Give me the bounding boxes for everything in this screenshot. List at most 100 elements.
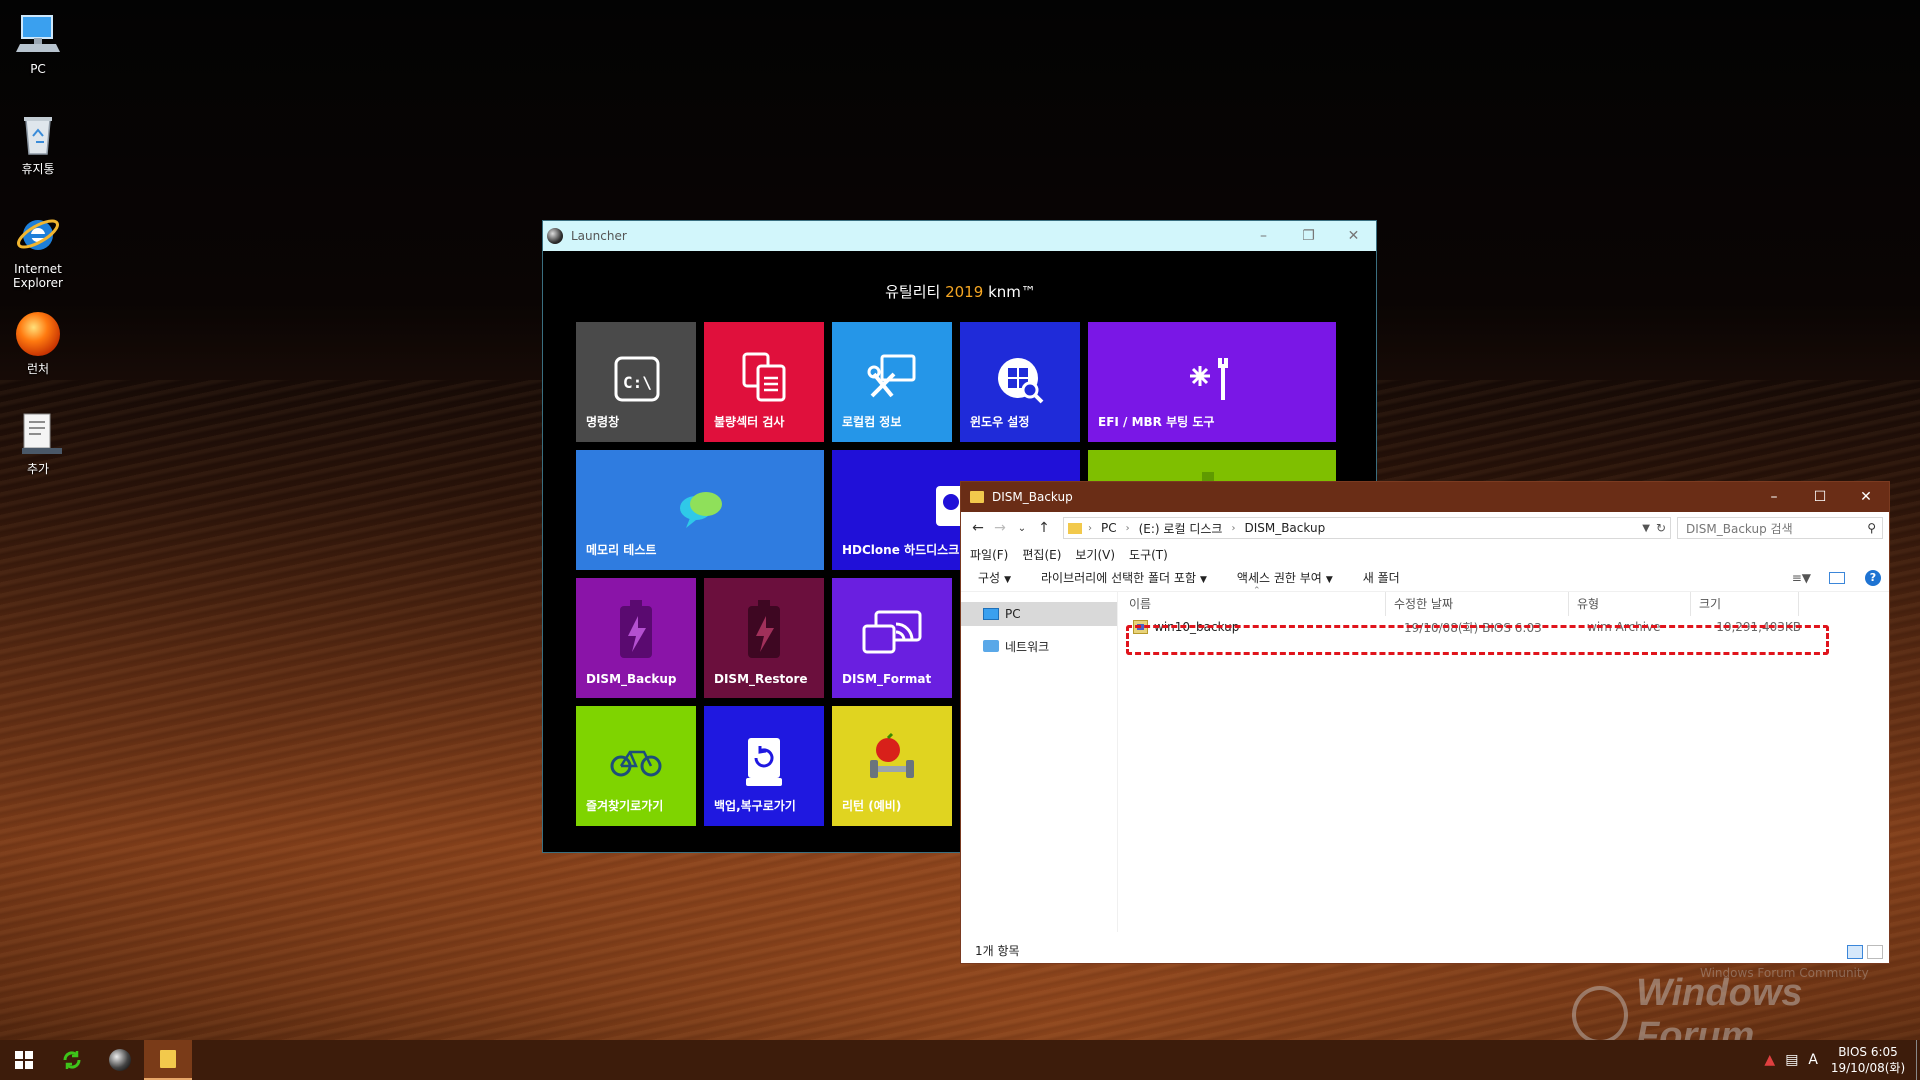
network-icon xyxy=(983,640,999,652)
folder-icon xyxy=(1068,522,1082,534)
launcher-title-bar[interactable]: Launcher – ❐ ✕ xyxy=(543,221,1376,251)
help-icon[interactable]: ? xyxy=(1865,569,1881,586)
desktop-icon-label: 휴지통 xyxy=(21,162,55,176)
view-options-icon[interactable]: ≡▼ xyxy=(1792,571,1811,585)
heading-suffix: knm™ xyxy=(988,283,1036,301)
column-modified[interactable]: 수정한 날짜 xyxy=(1386,592,1569,616)
desktop-icon-pc[interactable]: PC xyxy=(6,10,70,76)
chat-bubbles-icon xyxy=(680,492,722,528)
minimize-button[interactable]: – xyxy=(1751,482,1797,512)
taskbar-file-explorer[interactable] xyxy=(144,1040,192,1080)
up-arrow-icon[interactable]: ↑ xyxy=(1033,520,1055,536)
caret-down-icon: ▼ xyxy=(1004,575,1012,585)
tile-bad-sector-check[interactable]: 불량섹터 검사 xyxy=(704,322,824,442)
search-input[interactable]: DISM_Backup 검색 ⚲ xyxy=(1677,517,1883,539)
windows-logo-icon xyxy=(15,1051,33,1069)
breadcrumb-drive[interactable]: (E:) 로컬 디스크 xyxy=(1139,520,1223,537)
bicycle-icon xyxy=(610,750,662,777)
column-type[interactable]: 유형 xyxy=(1569,592,1691,616)
tile-return-spare[interactable]: 리턴 (예비) xyxy=(832,706,952,826)
tile-command-prompt[interactable]: C:\ 명령창 xyxy=(576,322,696,442)
battery-bolt-icon xyxy=(620,600,652,658)
tile-label: 리턴 (예비) xyxy=(842,799,902,813)
close-button[interactable]: ✕ xyxy=(1331,221,1376,251)
view-switcher xyxy=(1843,945,1883,959)
column-size[interactable]: 크기 xyxy=(1691,592,1799,616)
tile-local-info[interactable]: 로컬컴 정보 xyxy=(832,322,952,442)
desktop-icon-internet-explorer[interactable]: Internet Explorer xyxy=(6,210,70,290)
search-placeholder: DISM_Backup 검색 xyxy=(1686,521,1793,536)
breadcrumb-pc[interactable]: PC xyxy=(1101,521,1117,535)
minimize-button[interactable]: – xyxy=(1241,221,1286,251)
system-tray: ▲ ▤ A BIOS 6:05 19/10/08(화) xyxy=(1764,1040,1920,1080)
battery-bolt-icon xyxy=(748,600,780,658)
tile-dism-backup[interactable]: DISM_Backup xyxy=(576,578,696,698)
explorer-title-bar[interactable]: DISM_Backup – ☐ ✕ xyxy=(961,482,1889,512)
ime-indicator[interactable]: A xyxy=(1808,1052,1818,1068)
documents-icon xyxy=(742,352,786,402)
preview-pane-icon[interactable] xyxy=(1829,571,1845,584)
desktop-icon-recycle-bin[interactable]: 휴지통 xyxy=(6,110,70,176)
tile-dism-restore[interactable]: DISM_Restore xyxy=(704,578,824,698)
menu-edit[interactable]: 편집(E) xyxy=(1022,546,1061,563)
address-bar-row: ← → ⌄ ↑ › PC › (E:) 로컬 디스크 › DISM_Backup… xyxy=(961,512,1889,544)
menu-tools[interactable]: 도구(T) xyxy=(1129,546,1168,563)
navigation-pane: PC 네트워크 xyxy=(961,592,1118,932)
windows-logo-icon xyxy=(1572,986,1629,1044)
clock[interactable]: BIOS 6:05 19/10/08(화) xyxy=(1828,1044,1908,1076)
tile-dism-format[interactable]: DISM_Format xyxy=(832,578,952,698)
new-folder-button[interactable]: 새 폴더 xyxy=(1363,569,1400,586)
recent-locations-chevron-icon[interactable]: ⌄ xyxy=(1011,523,1033,534)
column-header-row: ⌃ 이름 수정한 날짜 유형 크기 xyxy=(1121,586,1889,616)
tile-memory-test[interactable]: 메모리 테스트 xyxy=(576,450,824,570)
share-with-button[interactable]: 액세스 권한 부여 ▼ xyxy=(1237,569,1333,586)
start-button[interactable] xyxy=(0,1040,48,1080)
chevron-right-icon: › xyxy=(1088,522,1092,534)
launcher-orb-icon xyxy=(109,1049,131,1071)
tray-arrow-icon[interactable]: ▲ xyxy=(1764,1052,1775,1068)
desktop-icon-label: 런처 xyxy=(26,362,50,376)
menu-view[interactable]: 보기(V) xyxy=(1075,546,1115,563)
nav-item-network[interactable]: 네트워크 xyxy=(961,634,1117,658)
tile-label: 로컬컴 정보 xyxy=(842,415,902,429)
details-view-icon[interactable] xyxy=(1847,945,1863,959)
close-button[interactable]: ✕ xyxy=(1843,482,1889,512)
taskbar-refresh-app[interactable] xyxy=(48,1040,96,1080)
breadcrumb-folder[interactable]: DISM_Backup xyxy=(1244,521,1325,535)
desktop-icon-add[interactable]: 추가 xyxy=(6,410,70,476)
tile-backup-restore[interactable]: 백업,복구로가기 xyxy=(704,706,824,826)
back-arrow-icon[interactable]: ← xyxy=(967,520,989,536)
nav-item-pc[interactable]: PC xyxy=(961,602,1117,626)
maximize-button[interactable]: ☐ xyxy=(1797,482,1843,512)
address-bar[interactable]: › PC › (E:) 로컬 디스크 › DISM_Backup ▼ ↻ xyxy=(1063,517,1671,539)
organize-button[interactable]: 구성 ▼ xyxy=(978,569,1011,586)
recycle-bin-icon xyxy=(24,117,52,155)
heading-year: 2019 xyxy=(945,283,984,301)
desktop-icon-label: 추가 xyxy=(26,462,50,476)
forward-arrow-icon[interactable]: → xyxy=(989,520,1011,536)
show-desktop-button[interactable] xyxy=(1916,1040,1920,1080)
tile-windows-settings[interactable]: 윈도우 설정 xyxy=(960,322,1080,442)
taskbar-launcher[interactable] xyxy=(96,1040,144,1080)
caret-down-icon: ▼ xyxy=(1199,575,1207,585)
menu-file[interactable]: 파일(F) xyxy=(970,546,1008,563)
tile-favorites[interactable]: 즐겨찾기로가기 xyxy=(576,706,696,826)
search-icon: ⚲ xyxy=(1867,521,1876,535)
desktop-icon-launcher[interactable]: 런처 xyxy=(6,310,70,376)
tile-efi-mbr-boot-tool[interactable]: EFI / MBR 부팅 도구 xyxy=(1088,322,1336,442)
nav-label: PC xyxy=(1005,607,1021,621)
launcher-title: Launcher xyxy=(571,229,627,243)
large-icons-view-icon[interactable] xyxy=(1867,945,1883,959)
tile-label: 윈도우 설정 xyxy=(970,415,1030,429)
launcher-heading: 유틸리티 2019 knm™ xyxy=(543,281,1378,302)
restore-button[interactable]: ❐ xyxy=(1286,221,1331,251)
caret-down-icon: ▼ xyxy=(1325,575,1333,585)
tile-label: EFI / MBR 부팅 도구 xyxy=(1098,415,1215,429)
desktop-icon-label: PC xyxy=(30,62,46,76)
pc-icon xyxy=(16,15,60,52)
network-icon[interactable]: ▤ xyxy=(1785,1052,1798,1068)
explorer-window: DISM_Backup – ☐ ✕ ← → ⌄ ↑ › PC › (E:) 로컬… xyxy=(960,481,1890,964)
include-in-library-button[interactable]: 라이브러리에 선택한 폴더 포함 ▼ xyxy=(1041,569,1207,586)
refresh-icon[interactable]: ↻ xyxy=(1656,521,1666,535)
chevron-down-icon[interactable]: ▼ xyxy=(1642,523,1650,534)
